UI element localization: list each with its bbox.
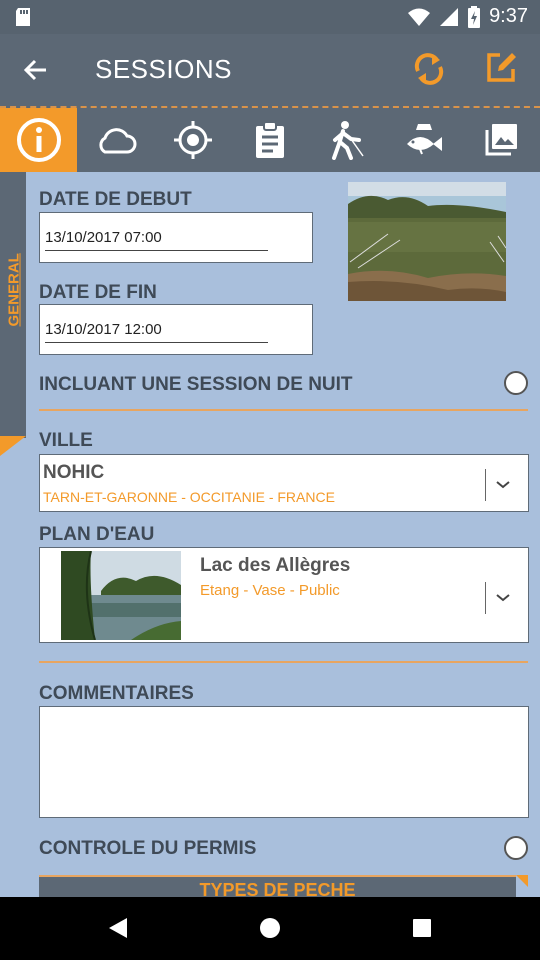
tab-gallery[interactable]: [462, 108, 539, 172]
section-corner-marker: [0, 436, 26, 456]
tab-bar: [0, 106, 540, 172]
tab-notes[interactable]: [231, 108, 308, 172]
clipboard-icon: [255, 121, 284, 158]
nav-back-icon[interactable]: [107, 916, 129, 940]
divider: [39, 409, 528, 411]
status-bar: 9:37: [0, 0, 540, 34]
tab-fishing-technique[interactable]: [308, 108, 385, 172]
night-session-label: INCLUANT UNE SESSION DE NUIT: [39, 374, 353, 395]
back-arrow-icon[interactable]: [22, 56, 50, 84]
city-select[interactable]: NOHIC TARN-ET-GARONNE - OCCITANIE - FRAN…: [39, 454, 529, 512]
start-date-label: DATE DE DEBUT: [39, 189, 192, 210]
fishing-types-title: TYPES DE PECHE: [199, 880, 356, 897]
walking-fisherman-icon: [331, 121, 364, 160]
system-nav-bar: [0, 897, 540, 960]
info-icon: [16, 118, 61, 162]
sd-card-icon: [16, 8, 30, 26]
gps-target-icon: [173, 121, 212, 159]
edit-icon[interactable]: [486, 51, 518, 83]
end-date-label: DATE DE FIN: [39, 282, 157, 303]
permit-check-radio[interactable]: [504, 836, 528, 860]
city-label: VILLE: [39, 430, 93, 451]
end-date-value: 13/10/2017 12:00: [45, 321, 162, 338]
input-underline: [45, 250, 268, 251]
page-title: SESSIONS: [95, 54, 232, 84]
session-photo[interactable]: [348, 182, 506, 301]
start-date-value: 13/10/2017 07:00: [45, 229, 162, 246]
comments-textarea[interactable]: [39, 706, 529, 818]
tab-location[interactable]: [154, 108, 231, 172]
chevron-down-icon[interactable]: [485, 582, 519, 614]
fish-icon: [406, 124, 442, 155]
nav-home-icon[interactable]: [259, 917, 281, 939]
clock: 9:37: [489, 5, 528, 27]
section-label-general: GENERAL: [5, 253, 23, 327]
nav-recents-icon[interactable]: [412, 918, 432, 938]
app-bar: SESSIONS: [0, 34, 540, 106]
input-underline: [45, 342, 268, 343]
permit-check-label: CONTROLE DU PERMIS: [39, 838, 257, 859]
city-region: TARN-ET-GARONNE - OCCITANIE - FRANCE: [43, 489, 335, 505]
water-body-details: Etang - Vase - Public: [200, 582, 340, 599]
fishing-types-section-header[interactable]: TYPES DE PECHE: [39, 875, 516, 897]
chevron-down-icon[interactable]: [485, 469, 519, 501]
water-body-select[interactable]: Lac des Allègres Etang - Vase - Public: [39, 547, 529, 643]
end-date-field[interactable]: 13/10/2017 12:00: [39, 304, 313, 355]
tab-general-info[interactable]: [0, 108, 77, 172]
section-side-tab[interactable]: GENERAL: [0, 172, 26, 438]
water-body-photo: [61, 551, 181, 640]
sync-icon[interactable]: [412, 51, 446, 87]
battery-charging-icon: [468, 5, 481, 28]
wifi-icon: [408, 8, 431, 26]
divider: [39, 661, 528, 663]
start-date-field[interactable]: 13/10/2017 07:00: [39, 212, 313, 263]
signal-icon: [440, 7, 459, 26]
gallery-icon: [485, 124, 517, 156]
tab-catches[interactable]: [385, 108, 462, 172]
section-corner-marker: [516, 875, 528, 887]
tab-weather[interactable]: [77, 108, 154, 172]
night-session-radio[interactable]: [504, 371, 528, 395]
water-body-label: PLAN D'EAU: [39, 524, 155, 545]
city-name: NOHIC: [43, 462, 105, 483]
water-body-name: Lac des Allègres: [200, 555, 351, 576]
cloud-icon: [98, 128, 136, 154]
comments-label: COMMENTAIRES: [39, 683, 194, 704]
